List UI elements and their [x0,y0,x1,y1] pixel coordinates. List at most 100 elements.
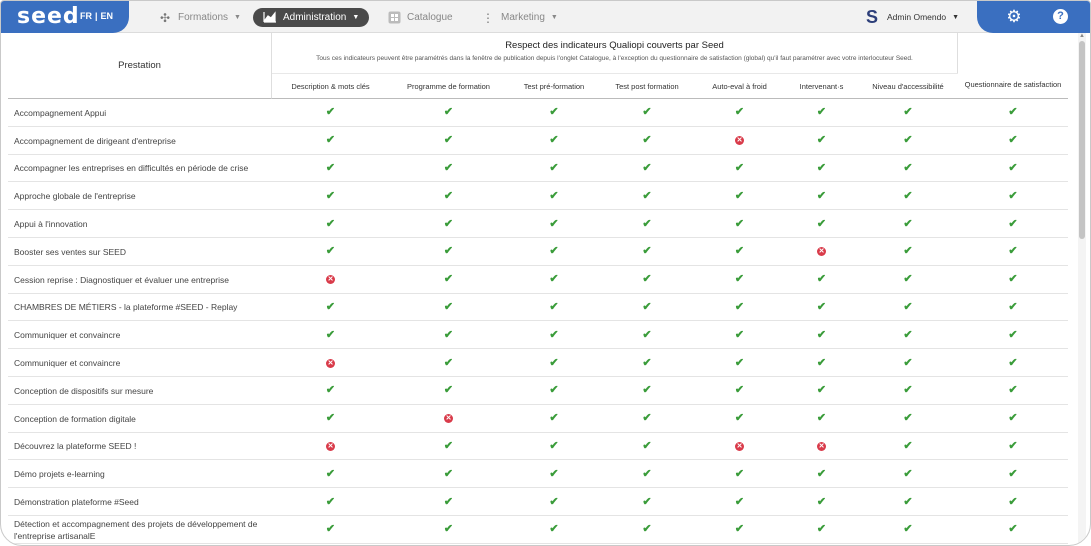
indicator-cell: ✔ [694,155,785,183]
prestation-name[interactable]: Cession reprise : Diagnostiquer et évalu… [14,266,270,294]
indicator-cell: ✔ [508,321,600,349]
check-icon: ✔ [642,523,652,536]
check-icon: ✔ [325,161,336,174]
check-icon: ✔ [325,300,336,313]
prestation-name[interactable]: Accompagner les entreprises en difficult… [14,155,270,183]
indicator-cell: ✔ [858,238,958,266]
indicator-cell: ✔ [389,238,508,266]
prestation-name[interactable]: CHAMBRES DE MÉTIERS - la plateforme #SEE… [14,294,270,322]
check-icon: ✔ [903,161,913,174]
scrollbar-thumb[interactable] [1079,41,1085,239]
check-icon: ✔ [903,495,913,508]
indicator-cell: ✔ [785,182,858,210]
indicator-cell: ✔ [600,294,694,322]
indicator-cell: ✔ [600,349,694,377]
prestation-name[interactable]: Découvrez la plateforme SEED ! [14,433,270,461]
check-icon: ✔ [903,134,913,147]
prestation-name[interactable]: Conception de formation digitale [14,405,270,433]
prestation-name[interactable]: Communiquer et convaincre [14,349,270,377]
dots-vertical-icon: ⋮ [482,10,494,25]
scroll-up-icon[interactable]: ▲ [1079,33,1085,39]
prestation-name[interactable]: Détection et accompagnement des projets … [14,516,270,544]
indicator-cell: ✔ [508,182,600,210]
table-row: Approche globale de l'entreprise ✔ ✔ ✔ ✔ ✔ ✔ ✔ ✔ [8,182,1068,211]
error-icon: ✕ [817,441,826,451]
prestation-name[interactable]: Démo projets e-learning [14,460,270,488]
prestation-name[interactable]: Approche globale de l'entreprise [14,182,270,210]
prestation-name[interactable]: Conception de dispositifs sur mesure [14,377,270,405]
indicator-cell: ✔ [600,238,694,266]
indicator-cell: ✔ [389,433,508,461]
check-icon: ✔ [734,300,745,313]
gear-icon[interactable]: ⚙ [1005,8,1023,26]
check-icon: ✔ [1008,217,1018,230]
check-icon: ✔ [1008,412,1018,425]
indicator-cell: ✔ [272,294,389,322]
indicator-cell: ✔ [600,321,694,349]
user-menu[interactable]: S Admin Omendo ▼ [863,5,959,29]
lang-fr[interactable]: FR [80,11,92,21]
check-icon: ✔ [642,328,652,341]
check-icon: ✔ [1008,356,1018,369]
check-icon: ✔ [642,217,652,230]
check-icon: ✔ [549,217,559,230]
column-header-2: Test pré-formation [508,73,600,99]
indicator-cell: ✔ [785,516,858,544]
indicator-cell: ✔ [508,266,600,294]
check-icon: ✔ [734,245,745,258]
indicator-cell: ✔ [858,349,958,377]
indicator-cell: ✔ [785,127,858,155]
help-icon[interactable]: ? [1053,9,1068,24]
check-icon: ✔ [816,467,827,480]
check-icon: ✔ [549,356,559,369]
nav-catalogue[interactable]: Catalogue [387,8,453,27]
indicator-cell: ✔ [694,238,785,266]
indicator-cell: ✔ [785,210,858,238]
lang-separator: | [95,11,98,21]
lang-en[interactable]: EN [101,11,114,21]
check-icon: ✔ [816,217,827,230]
table-row: Démo projets e-learning ✔ ✔ ✔ ✔ ✔ ✔ ✔ ✔ [8,460,1068,489]
indicator-cell: ✔ [858,294,958,322]
indicator-cell: ✔ [785,99,858,127]
check-icon: ✔ [443,273,454,286]
check-icon: ✔ [549,300,559,313]
check-icon: ✔ [734,106,745,119]
check-icon: ✔ [443,523,454,536]
chart-icon [263,10,277,25]
check-icon: ✔ [642,300,652,313]
indicator-cell: ✔ [958,127,1068,155]
prestation-name[interactable]: Communiquer et convaincre [14,321,270,349]
prestation-name[interactable]: Démonstration plateforme #Seed [14,488,270,516]
prestation-name[interactable]: Accompagnement Appui [14,99,270,127]
table-row: Accompagnement Appui ✔ ✔ ✔ ✔ ✔ ✔ ✔ ✔ [8,99,1068,127]
nav-marketing[interactable]: ⋮ Marketing ▼ [481,8,558,27]
check-icon: ✔ [642,412,652,425]
check-icon: ✔ [1008,189,1018,202]
check-icon: ✔ [325,328,336,341]
check-icon: ✔ [642,273,652,286]
nav-formations[interactable]: ✣ Formations ▼ [158,8,241,27]
indicator-cell: ✔ [272,460,389,488]
check-icon: ✔ [443,384,454,397]
indicator-cell: ✔ [272,516,389,544]
prestation-name[interactable]: Appui à l'innovation [14,210,270,238]
seed-logo[interactable]: seed [17,4,80,29]
check-icon: ✔ [549,245,559,258]
check-icon: ✔ [1008,439,1018,452]
check-icon: ✔ [1008,467,1018,480]
prestation-name[interactable]: Booster ses ventes sur SEED [14,238,270,266]
prestation-name[interactable]: Accompagnement de dirigeant d'entreprise [14,127,270,155]
logo-area: seed FR | EN [1,1,129,33]
check-icon: ✔ [325,412,336,425]
indicator-cell: ✔ [600,99,694,127]
column-group-header: Respect des indicateurs Qualiopi couvert… [272,33,958,73]
chevron-down-icon: ▼ [550,14,558,21]
check-icon: ✔ [642,439,652,452]
vertical-scrollbar[interactable]: ▲ [1078,33,1086,545]
check-icon: ✔ [816,412,827,425]
column-header-5: Intervenant·s [785,73,858,99]
nav-administration[interactable]: Administration ▼ [253,8,370,27]
table-row: Découvrez la plateforme SEED ! ✕ ✔ ✔ ✔ ✕ ✕ ✔ ✔ [8,433,1068,461]
nav-catalogue-label: Catalogue [407,12,453,23]
